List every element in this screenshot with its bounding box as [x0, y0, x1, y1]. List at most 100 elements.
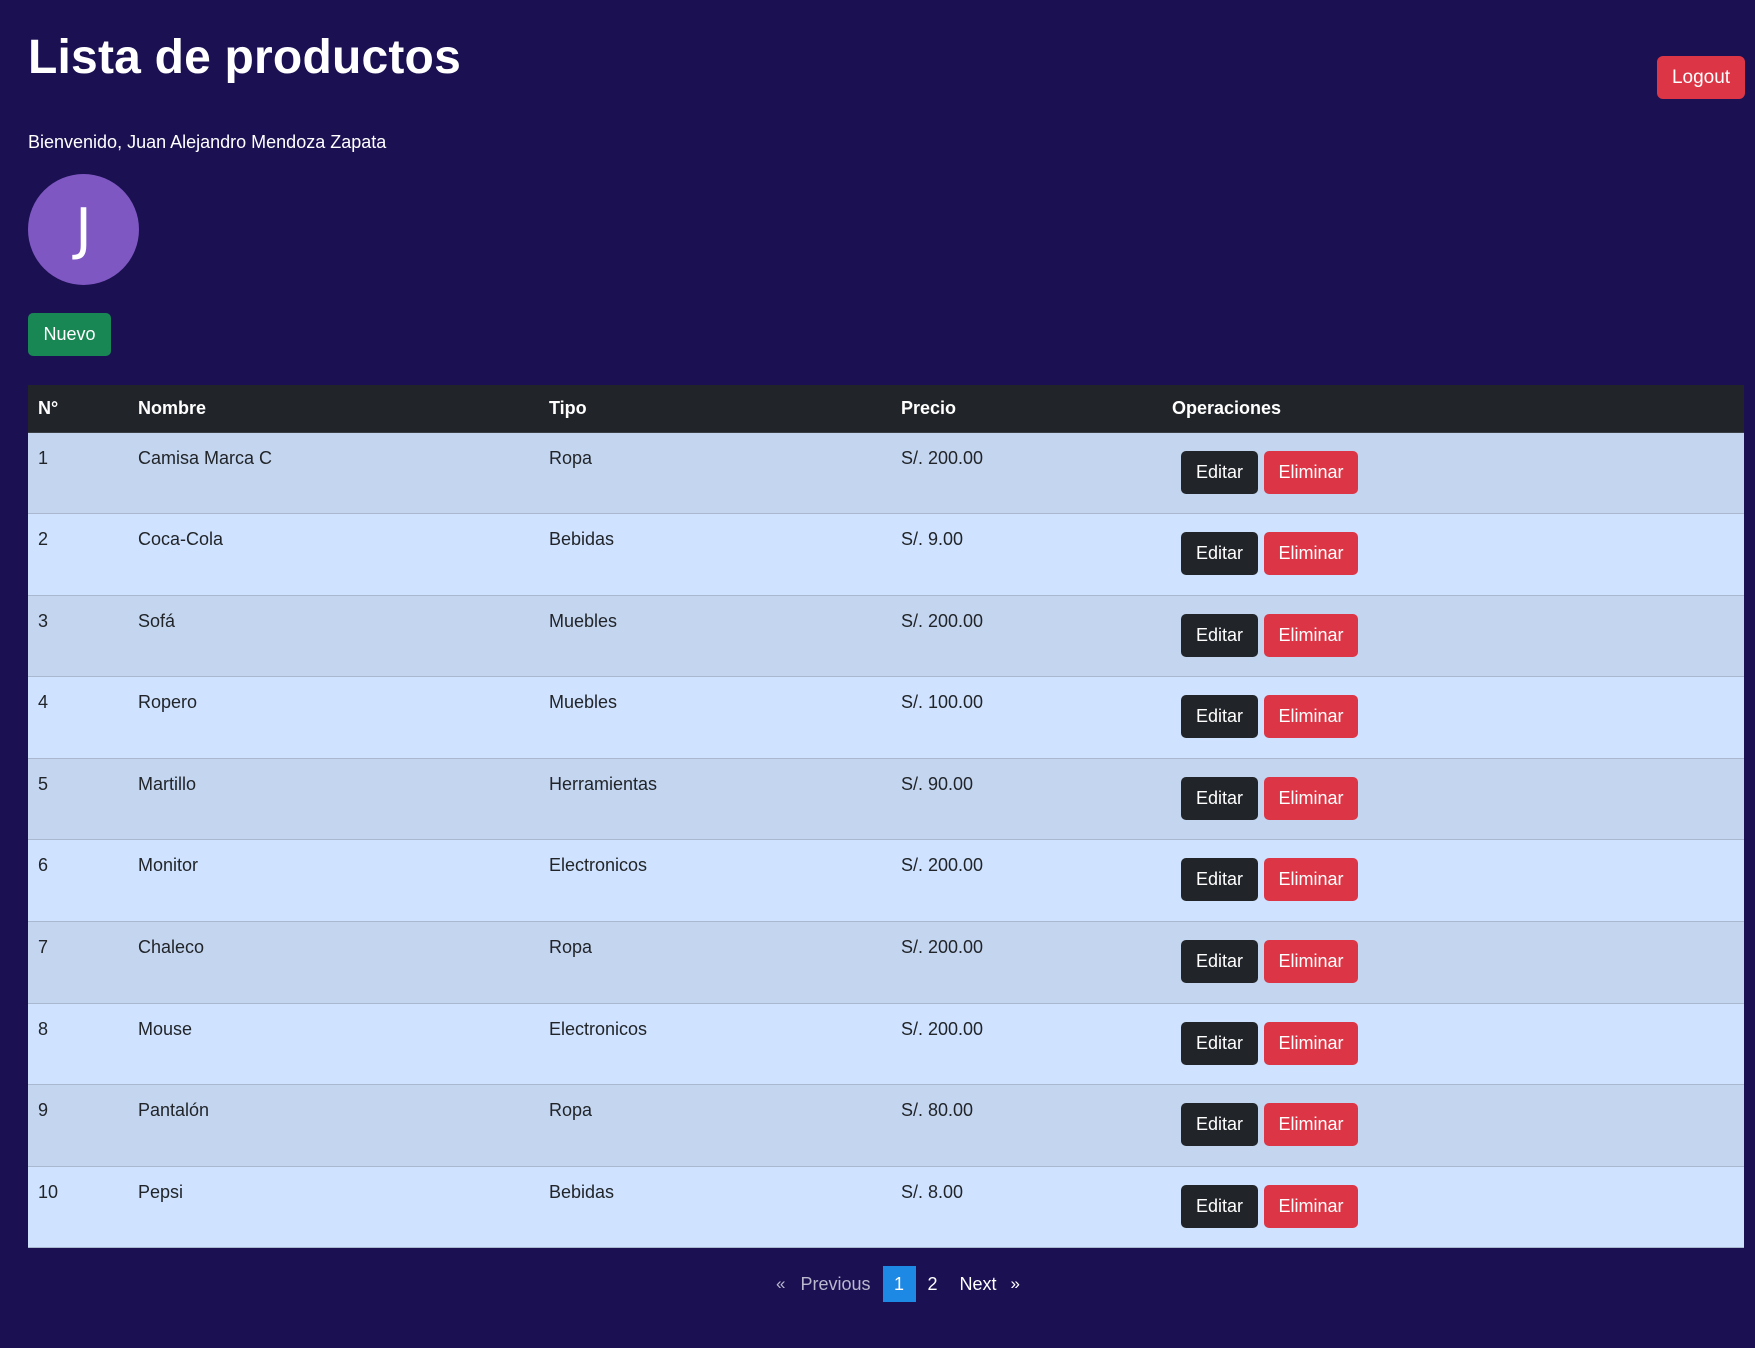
avatar: J — [28, 174, 139, 285]
logout-button[interactable]: Logout — [1657, 56, 1745, 99]
table-body: 1 Camisa Marca C Ropa S/. 200.00 Editar Elimi… — [28, 432, 1744, 1248]
cell-operaciones: Editar Eliminar — [1162, 1003, 1744, 1085]
cell-tipo: Ropa — [549, 937, 593, 958]
table-row: 8 Mouse Electronicos S/. 200.00 Editar Elimin… — [28, 1003, 1744, 1085]
delete-button[interactable]: Eliminar — [1264, 613, 1358, 657]
column-header-precio: Precio — [891, 385, 1162, 433]
new-product-button[interactable]: Nuevo — [28, 313, 111, 356]
cell-number: 2 — [38, 529, 49, 550]
cell-operaciones: Editar Eliminar — [1162, 677, 1744, 759]
edit-button[interactable]: Editar — [1181, 1021, 1258, 1065]
cell-number: 1 — [38, 447, 49, 468]
cell-number: 9 — [38, 1100, 49, 1121]
cell-operaciones: Editar Eliminar — [1162, 758, 1744, 840]
cell-number: 6 — [38, 855, 49, 876]
table-row: 2 Coca-Cola Bebidas S/. 9.00 Editar Eliminar — [28, 513, 1744, 596]
cell-nombre: Ropero — [138, 692, 198, 713]
pagination: « Previous 1 2 Next » — [770, 1266, 1026, 1302]
pagination-page-2[interactable]: 2 — [922, 1266, 944, 1302]
cell-operaciones: Editar Eliminar — [1162, 595, 1744, 677]
delete-button[interactable]: Eliminar — [1264, 532, 1358, 576]
delete-button[interactable]: Eliminar — [1264, 858, 1358, 902]
cell-nombre: Mouse — [138, 1018, 193, 1039]
cell-precio: S/. 200.00 — [901, 855, 984, 876]
delete-button[interactable]: Eliminar — [1264, 1021, 1358, 1065]
cell-precio: S/. 200.00 — [901, 447, 984, 468]
cell-tipo: Bebidas — [549, 1181, 615, 1202]
cell-operaciones: Editar Eliminar — [1162, 922, 1744, 1004]
avatar-initial: J — [75, 197, 92, 262]
table-row: 3 Sofá Muebles S/. 200.00 Editar Eliminar — [28, 595, 1744, 677]
cell-precio: S/. 8.00 — [901, 1181, 964, 1202]
cell-tipo: Muebles — [549, 692, 618, 713]
cell-precio: S/. 200.00 — [901, 1018, 984, 1039]
cell-tipo: Electronicos — [549, 855, 648, 876]
delete-button[interactable]: Eliminar — [1264, 1103, 1358, 1147]
products-table: N° Nombre Tipo Precio Operaciones 1 Camis… — [28, 385, 1744, 1248]
cell-nombre: Monitor — [138, 855, 199, 876]
table-header-row: N° Nombre Tipo Precio Operaciones — [28, 385, 1744, 433]
edit-button[interactable]: Editar — [1181, 450, 1258, 494]
cell-tipo: Bebidas — [549, 529, 615, 550]
chevron-right-icon: » — [1010, 1274, 1020, 1293]
table-row: 9 Pantalón Ropa S/. 80.00 Editar Eliminar — [28, 1084, 1744, 1167]
table-row: 6 Monitor Electronicos S/. 200.00 Editar Elim… — [28, 839, 1744, 922]
edit-button[interactable]: Editar — [1181, 1103, 1258, 1147]
cell-precio: S/. 90.00 — [901, 773, 974, 794]
edit-button[interactable]: Editar — [1181, 776, 1258, 820]
edit-button[interactable]: Editar — [1181, 858, 1258, 902]
delete-button[interactable]: Eliminar — [1264, 1184, 1358, 1228]
welcome-message: Bienvenido, Juan Alejandro Mendoza Zapat… — [28, 132, 387, 152]
cell-nombre: Sofá — [138, 610, 176, 631]
cell-number: 4 — [38, 692, 49, 713]
cell-nombre: Martillo — [138, 773, 197, 794]
cell-tipo: Ropa — [549, 1100, 593, 1121]
pagination-previous[interactable]: « Previous — [770, 1266, 877, 1302]
table-row: 4 Ropero Muebles S/. 100.00 Editar Eliminar — [28, 676, 1744, 759]
cell-precio: S/. 200.00 — [901, 937, 984, 958]
cell-number: 3 — [38, 610, 49, 631]
column-header-nombre: Nombre — [128, 385, 539, 433]
table-row: 7 Chaleco Ropa S/. 200.00 Editar Eliminar — [28, 921, 1744, 1004]
column-header-number: N° — [28, 385, 128, 433]
cell-precio: S/. 100.00 — [901, 692, 984, 713]
cell-number: 7 — [38, 937, 49, 958]
cell-precio: S/. 9.00 — [901, 529, 964, 550]
pagination-previous-label: Previous — [800, 1273, 871, 1294]
products-table-container: N° Nombre Tipo Precio Operaciones 1 Camis… — [28, 385, 1744, 1248]
cell-operaciones: Editar Eliminar — [1162, 514, 1744, 596]
table-row: 5 Martillo Herramientas S/. 90.00 Editar Elim… — [28, 758, 1744, 840]
edit-button[interactable]: Editar — [1181, 695, 1258, 739]
delete-button[interactable]: Eliminar — [1264, 776, 1358, 820]
pagination-next-label: Next — [959, 1273, 997, 1294]
pagination-page-1[interactable]: 1 — [882, 1266, 916, 1302]
page-title: Lista de productos — [28, 31, 461, 84]
cell-operaciones: Editar Eliminar — [1162, 840, 1744, 922]
cell-operaciones: Editar Eliminar — [1162, 432, 1744, 514]
delete-button[interactable]: Eliminar — [1264, 695, 1358, 739]
column-header-tipo: Tipo — [539, 385, 891, 433]
cell-nombre: Pantalón — [138, 1100, 210, 1121]
chevron-left-icon: « — [776, 1274, 786, 1293]
cell-precio: S/. 200.00 — [901, 610, 984, 631]
edit-button[interactable]: Editar — [1181, 532, 1258, 576]
pagination-next[interactable]: Next » — [954, 1266, 1026, 1302]
cell-tipo: Electronicos — [549, 1018, 648, 1039]
cell-tipo: Herramientas — [549, 773, 658, 794]
cell-nombre: Chaleco — [138, 937, 205, 958]
cell-operaciones: Editar Eliminar — [1162, 1166, 1744, 1248]
cell-number: 5 — [38, 773, 49, 794]
delete-button[interactable]: Eliminar — [1264, 450, 1358, 494]
cell-number: 10 — [38, 1181, 59, 1202]
cell-tipo: Ropa — [549, 447, 593, 468]
table-row: 1 Camisa Marca C Ropa S/. 200.00 Editar Elimi… — [28, 432, 1744, 514]
edit-button[interactable]: Editar — [1181, 1184, 1258, 1228]
cell-nombre: Coca-Cola — [138, 529, 224, 550]
edit-button[interactable]: Editar — [1181, 613, 1258, 657]
cell-nombre: Pepsi — [138, 1181, 184, 1202]
column-header-operaciones: Operaciones — [1162, 385, 1744, 433]
table-row: 10 Pepsi Bebidas S/. 8.00 Editar Eliminar — [28, 1166, 1744, 1248]
cell-number: 8 — [38, 1018, 49, 1039]
delete-button[interactable]: Eliminar — [1264, 940, 1358, 984]
edit-button[interactable]: Editar — [1181, 940, 1258, 984]
